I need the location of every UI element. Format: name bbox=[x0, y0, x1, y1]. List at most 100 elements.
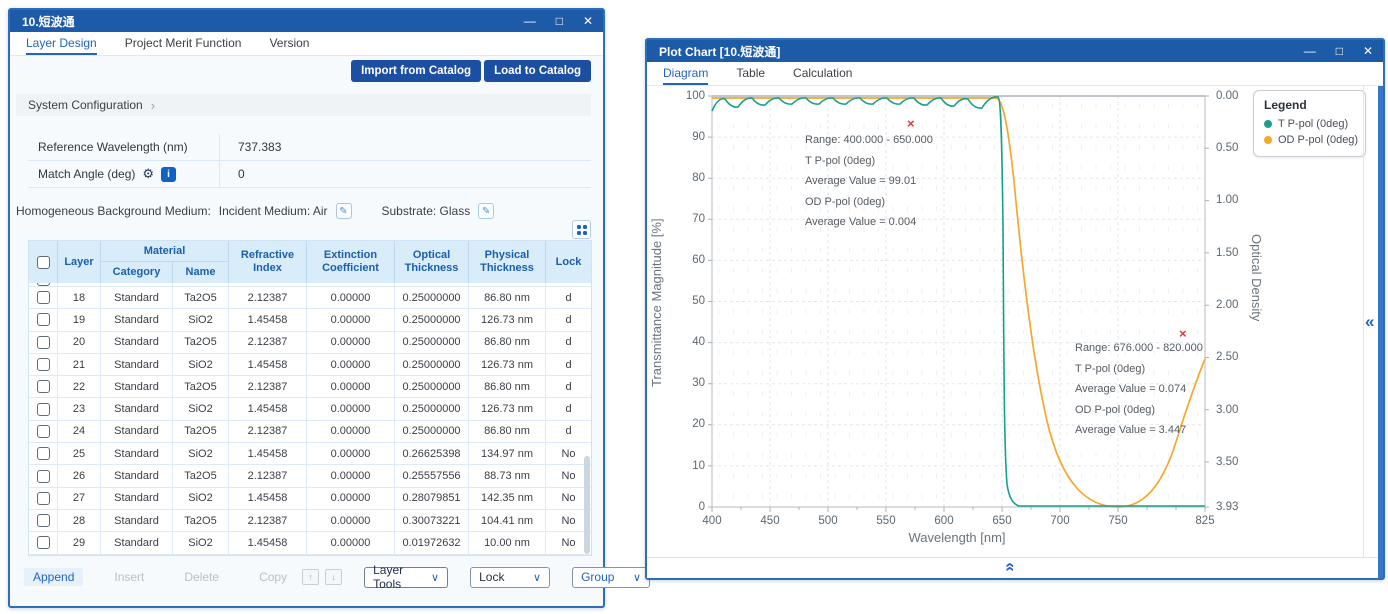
annotation-line: T P-pol (0deg) bbox=[805, 151, 933, 172]
table-scrollbar[interactable] bbox=[584, 456, 590, 554]
cell-optical-thickness: 0.28079851 bbox=[395, 488, 469, 510]
left-tabs: Layer Design Project Merit Function Vers… bbox=[10, 32, 603, 56]
insert-button[interactable]: Insert bbox=[105, 568, 153, 586]
row-checkbox[interactable] bbox=[37, 425, 50, 438]
layer-toolbar: Append Insert Delete Copy ↑ ↓ Layer Tool… bbox=[24, 566, 650, 588]
tab-version[interactable]: Version bbox=[269, 32, 309, 55]
table-row[interactable]: 22 Standard Ta2O5 2.12387 0.00000 0.2500… bbox=[29, 376, 591, 398]
lock-dropdown[interactable]: Lock ∨ bbox=[470, 567, 550, 588]
right-panel-handle[interactable] bbox=[1378, 86, 1383, 578]
edit-substrate-icon[interactable]: ✎ bbox=[478, 203, 494, 219]
row-checkbox[interactable] bbox=[37, 313, 50, 326]
close-icon[interactable]: ✕ bbox=[1363, 40, 1373, 62]
move-up-button[interactable]: ↑ bbox=[302, 569, 319, 585]
row-checkbox[interactable] bbox=[37, 403, 50, 416]
table-row[interactable]: 27 Standard SiO2 1.45458 0.00000 0.28079… bbox=[29, 488, 591, 510]
gear-icon[interactable]: ⚙ bbox=[142, 166, 154, 182]
row-checkbox[interactable] bbox=[37, 447, 50, 460]
table-row[interactable]: 28 Standard Ta2O5 2.12387 0.00000 0.3007… bbox=[29, 510, 591, 532]
select-all-checkbox[interactable] bbox=[37, 256, 50, 269]
move-down-button[interactable]: ↓ bbox=[325, 569, 342, 585]
table-row[interactable]: 25 Standard SiO2 1.45458 0.00000 0.26625… bbox=[29, 443, 591, 465]
cell-refractive-index: 2.12387 bbox=[229, 287, 307, 309]
cell-refractive-index: 2.12387 bbox=[229, 376, 307, 398]
row-checkbox[interactable] bbox=[37, 536, 50, 549]
annotation-close-icon[interactable]: × bbox=[907, 117, 915, 130]
background-medium-line: Homogeneous Background Medium: Incident … bbox=[16, 203, 494, 219]
layer-tools-dropdown[interactable]: Layer Tools ∨ bbox=[364, 567, 448, 588]
maximize-icon[interactable]: □ bbox=[556, 10, 563, 32]
collapse-up-icon[interactable]: « bbox=[1001, 558, 1021, 576]
append-button[interactable]: Append bbox=[24, 568, 83, 586]
table-row[interactable]: 29 Standard SiO2 1.45458 0.00000 0.01972… bbox=[29, 532, 591, 554]
cell-optical-thickness: 0.25000000 bbox=[395, 376, 469, 398]
row-checkbox[interactable] bbox=[37, 492, 50, 505]
row-checkbox[interactable] bbox=[37, 336, 50, 349]
ytick-right: 0.00 bbox=[1216, 90, 1238, 102]
xtick: 600 bbox=[924, 515, 964, 527]
header-material: Material bbox=[101, 241, 229, 262]
ytick-right: 3.00 bbox=[1216, 404, 1238, 416]
cell-layer: 20 bbox=[58, 332, 101, 354]
cell-layer: 22 bbox=[58, 376, 101, 398]
grid-icon bbox=[577, 225, 587, 235]
row-checkbox[interactable] bbox=[37, 380, 50, 393]
cell-extinction-coefficient: 0.00000 bbox=[307, 287, 395, 309]
tab-table[interactable]: Table bbox=[736, 62, 765, 85]
collapse-left-icon[interactable]: « bbox=[1365, 312, 1374, 332]
cell-extinction-coefficient: 0.00000 bbox=[307, 443, 395, 465]
minimize-icon[interactable]: — bbox=[1304, 40, 1316, 62]
copy-button[interactable]: Copy bbox=[250, 568, 296, 586]
incident-medium-label: Incident Medium: Air bbox=[219, 204, 328, 218]
row-checkbox[interactable] bbox=[37, 291, 50, 304]
transmittance-chart bbox=[647, 86, 1379, 578]
table-row[interactable]: 18 Standard Ta2O5 2.12387 0.00000 0.2500… bbox=[29, 287, 591, 309]
ytick-left: 30 bbox=[671, 377, 705, 389]
annotation-line: Range: 400.000 - 650.000 bbox=[805, 130, 933, 151]
cell-optical-thickness: 0.25000000 bbox=[395, 332, 469, 354]
tab-layer-design[interactable]: Layer Design bbox=[26, 32, 97, 55]
y-axis-right-title: Optical Density bbox=[1249, 234, 1264, 414]
cell-category: Standard bbox=[101, 510, 173, 532]
edit-incident-icon[interactable]: ✎ bbox=[336, 203, 352, 219]
delete-button[interactable]: Delete bbox=[175, 568, 228, 586]
chevron-down-icon: ∨ bbox=[633, 571, 641, 584]
tab-project-merit-function[interactable]: Project Merit Function bbox=[125, 32, 242, 55]
cell-lock: d bbox=[546, 354, 591, 376]
plot-chart-window: Plot Chart [10.短波通] — □ ✕ Diagram Table … bbox=[645, 38, 1385, 580]
table-row[interactable]: 19 Standard SiO2 1.45458 0.00000 0.25000… bbox=[29, 309, 591, 331]
import-from-catalog-button[interactable]: Import from Catalog bbox=[351, 60, 481, 82]
tab-diagram[interactable]: Diagram bbox=[663, 62, 708, 85]
table-row[interactable]: 21 Standard SiO2 1.45458 0.00000 0.25000… bbox=[29, 354, 591, 376]
table-row[interactable]: 23 Standard SiO2 1.45458 0.00000 0.25000… bbox=[29, 398, 591, 420]
minimize-icon[interactable]: — bbox=[524, 10, 536, 32]
reference-wavelength-value[interactable]: 737.383 bbox=[220, 140, 591, 154]
cell-refractive-index: 1.45458 bbox=[229, 443, 307, 465]
table-row[interactable]: 20 Standard Ta2O5 2.12387 0.00000 0.2500… bbox=[29, 332, 591, 354]
close-icon[interactable]: ✕ bbox=[583, 10, 593, 32]
row-checkbox[interactable] bbox=[37, 358, 50, 371]
table-row[interactable]: 24 Standard Ta2O5 2.12387 0.00000 0.2500… bbox=[29, 421, 591, 443]
system-configuration-bar[interactable]: System Configuration › bbox=[16, 94, 591, 116]
row-checkbox[interactable] bbox=[37, 470, 50, 483]
chart-area: 100 90 80 70 60 50 40 30 20 10 0 0.00 0.… bbox=[647, 86, 1383, 578]
header-name: Name bbox=[173, 262, 229, 283]
substrate-label: Substrate: Glass bbox=[382, 204, 471, 218]
xtick: 750 bbox=[1098, 515, 1138, 527]
tab-calculation[interactable]: Calculation bbox=[793, 62, 852, 85]
ytick-right: 0.50 bbox=[1216, 142, 1238, 154]
match-angle-label: Match Angle (deg) bbox=[38, 167, 135, 181]
ytick-left: 10 bbox=[671, 460, 705, 472]
cell-physical-thickness: 88.73 nm bbox=[469, 465, 546, 487]
row-checkbox[interactable] bbox=[37, 514, 50, 527]
cell-name: Ta2O5 bbox=[173, 376, 229, 398]
match-angle-value[interactable]: 0 bbox=[220, 167, 591, 181]
load-to-catalog-button[interactable]: Load to Catalog bbox=[484, 60, 591, 82]
info-icon[interactable]: i bbox=[161, 167, 176, 182]
table-view-options-button[interactable] bbox=[572, 220, 591, 239]
cell-lock: d bbox=[546, 421, 591, 443]
cell-physical-thickness: 126.73 nm bbox=[469, 354, 546, 376]
table-row[interactable]: 26 Standard Ta2O5 2.12387 0.00000 0.2555… bbox=[29, 465, 591, 487]
group-dropdown[interactable]: Group ∨ bbox=[572, 567, 650, 588]
maximize-icon[interactable]: □ bbox=[1336, 40, 1343, 62]
